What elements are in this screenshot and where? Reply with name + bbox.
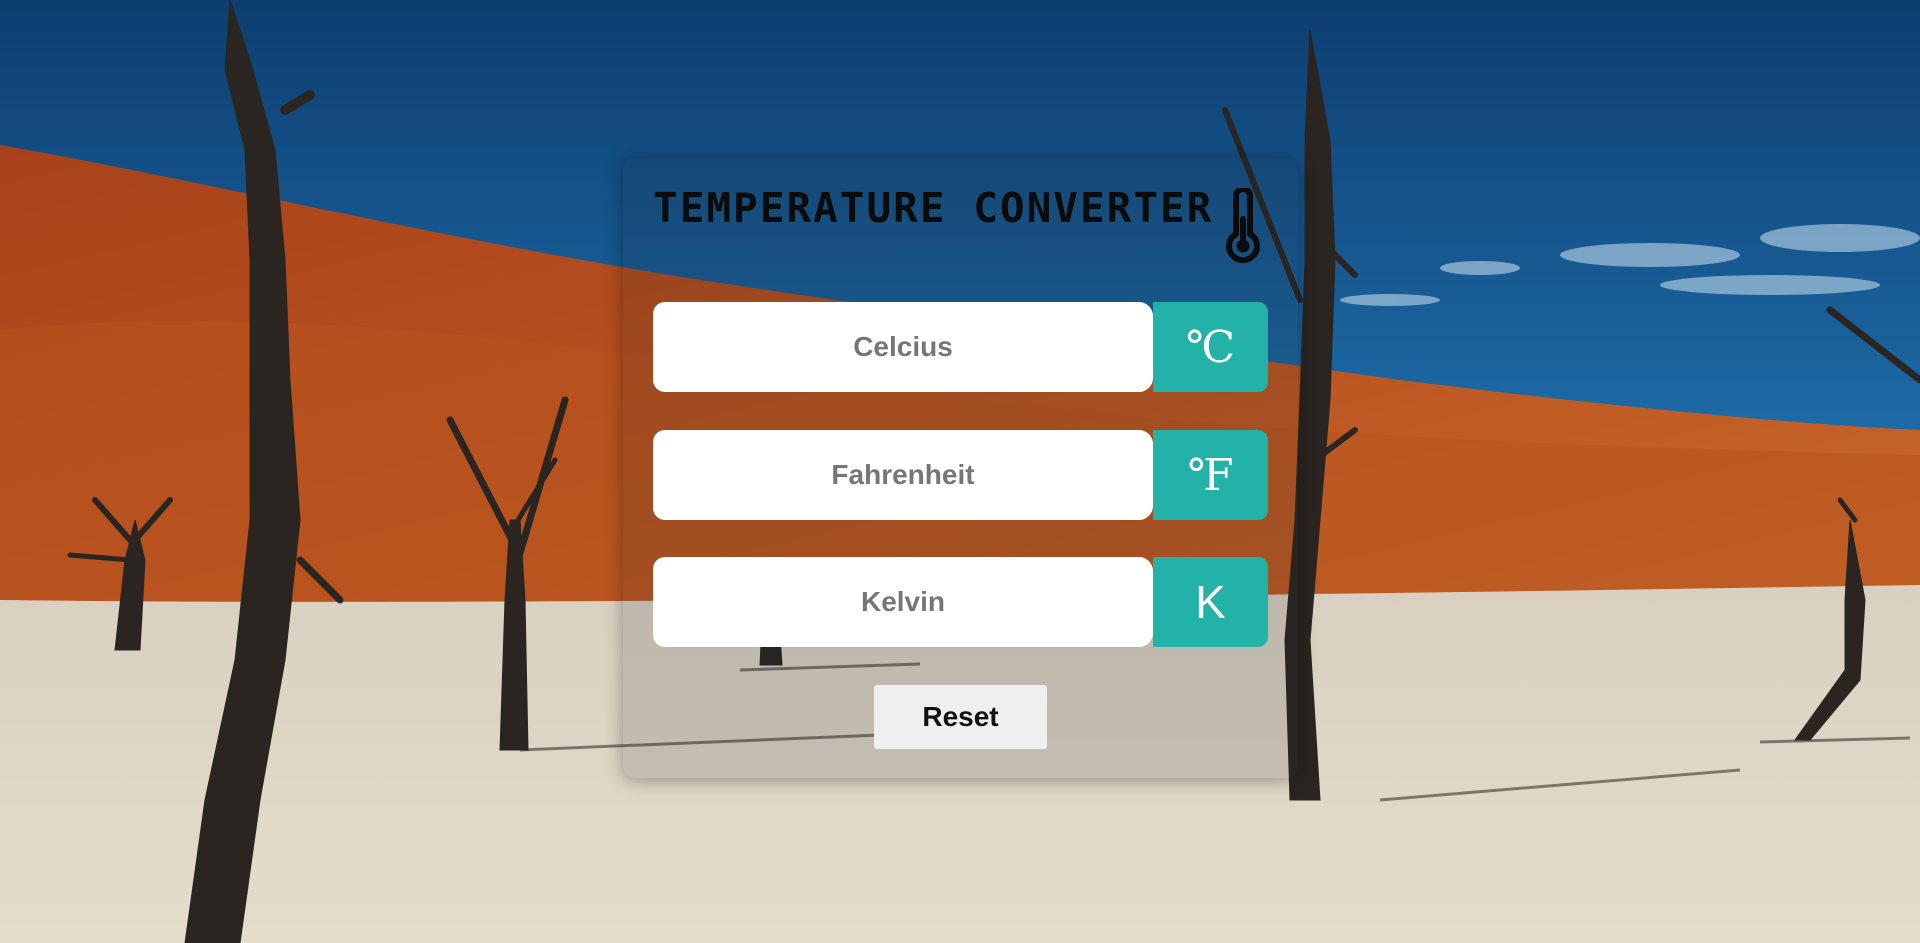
converter-card: TEMPERATURE CONVERTER ℃ ℉ K Reset xyxy=(623,158,1298,778)
kelvin-input[interactable] xyxy=(653,557,1153,647)
celsius-input[interactable] xyxy=(653,302,1153,392)
kelvin-unit-badge: K xyxy=(1153,557,1268,647)
page-title: TEMPERATURE CONVERTER xyxy=(653,184,1214,232)
kelvin-row: K xyxy=(653,557,1268,647)
fahrenheit-input[interactable] xyxy=(653,430,1153,520)
thermometer-icon xyxy=(1226,188,1260,264)
card-header: TEMPERATURE CONVERTER xyxy=(653,188,1268,268)
fahrenheit-row: ℉ xyxy=(653,430,1268,520)
fahrenheit-unit-badge: ℉ xyxy=(1153,430,1268,520)
reset-button[interactable]: Reset xyxy=(874,685,1047,749)
celsius-row: ℃ xyxy=(653,302,1268,392)
celsius-unit-badge: ℃ xyxy=(1153,302,1268,392)
